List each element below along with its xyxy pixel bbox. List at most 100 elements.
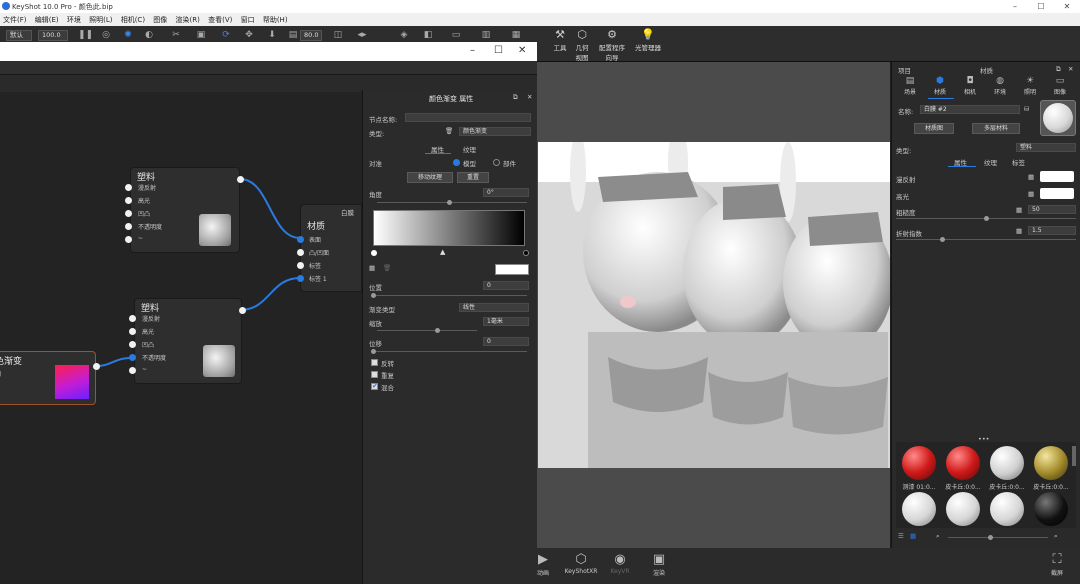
studio-icon[interactable]: ▭ bbox=[450, 29, 462, 41]
plastic-node-1[interactable]: 塑料 漫反射 高光 凹凸 不透明度 ~ bbox=[125, 167, 244, 253]
library-material[interactable] bbox=[1034, 446, 1068, 480]
roughness-texture-icon[interactable]: ▦ bbox=[1016, 206, 1022, 214]
menu-edit[interactable]: 编辑(E) bbox=[32, 13, 62, 27]
node-name-input[interactable] bbox=[405, 113, 531, 122]
globe-icon[interactable]: ✺ bbox=[122, 29, 134, 41]
angle-slider-knob[interactable] bbox=[447, 200, 452, 205]
invert-checkbox[interactable] bbox=[371, 359, 378, 366]
region-icon[interactable]: ▣ bbox=[195, 29, 207, 41]
port-label-slot[interactable] bbox=[297, 262, 304, 269]
refresh-icon[interactable]: ⟳ bbox=[220, 29, 232, 41]
menu-file[interactable]: 文件(F) bbox=[0, 13, 30, 27]
minimize-icon[interactable]: – bbox=[1002, 0, 1028, 13]
ior-input[interactable]: 1.5 bbox=[1028, 226, 1076, 235]
maximize-icon[interactable]: ☐ bbox=[1028, 0, 1054, 13]
tab-lighting[interactable]: ☀ 照明 bbox=[1016, 76, 1044, 96]
radio-model[interactable] bbox=[453, 159, 460, 166]
delete-stop-icon[interactable]: 🗑 bbox=[383, 264, 391, 272]
menu-help[interactable]: 帮助(H) bbox=[260, 13, 291, 27]
library-material[interactable] bbox=[990, 492, 1024, 526]
config-wizard-button[interactable]: ⚙ 配置程序 向导 bbox=[594, 28, 630, 62]
material-graph-button[interactable]: 材质图 bbox=[914, 123, 954, 134]
drop-icon[interactable]: ⬇ bbox=[266, 29, 278, 41]
library-material[interactable] bbox=[902, 492, 936, 526]
props-float-icon[interactable]: ⧉ bbox=[513, 93, 518, 102]
stop-color-swatch[interactable] bbox=[495, 264, 529, 275]
arrows-icon[interactable]: ◂▸ bbox=[356, 29, 368, 41]
scale-slider-knob[interactable] bbox=[435, 328, 440, 333]
output-port[interactable] bbox=[239, 307, 246, 314]
grid-icon[interactable]: ▦ bbox=[510, 29, 522, 41]
multi-material-button[interactable]: 多层材料 bbox=[972, 123, 1020, 134]
position-input[interactable]: 0 bbox=[483, 281, 529, 290]
gradient-stop-black[interactable] bbox=[523, 250, 529, 256]
port-extra[interactable] bbox=[125, 236, 132, 243]
tab-scene[interactable]: ▤ 场景 bbox=[896, 76, 924, 96]
preset-select[interactable]: 默认 bbox=[6, 30, 32, 41]
panel-icon[interactable]: ▥ bbox=[480, 29, 492, 41]
zoom-out-icon[interactable]: ⌕ bbox=[936, 532, 940, 541]
library-material[interactable] bbox=[946, 492, 980, 526]
position-slider[interactable] bbox=[373, 295, 527, 296]
port-extra[interactable] bbox=[129, 367, 136, 374]
angle-slider[interactable] bbox=[377, 202, 527, 203]
port-diffuse[interactable] bbox=[129, 315, 136, 322]
specular-texture-icon[interactable]: ▦ bbox=[1028, 190, 1034, 198]
gradient-stop-white[interactable] bbox=[371, 250, 377, 256]
port-specular[interactable] bbox=[125, 197, 132, 204]
tab-camera[interactable]: ◘ 相机 bbox=[956, 76, 984, 96]
port-bump[interactable] bbox=[125, 210, 132, 217]
props-close-icon[interactable]: ✕ bbox=[527, 93, 532, 101]
output-port[interactable] bbox=[237, 176, 244, 183]
reset-button[interactable]: 重置 bbox=[457, 172, 489, 183]
move-texture-button[interactable]: 移动纹理 bbox=[407, 172, 453, 183]
library-material[interactable] bbox=[902, 446, 936, 480]
ior-texture-icon[interactable]: ▦ bbox=[1016, 227, 1022, 235]
menu-view[interactable]: 查看(V) bbox=[205, 13, 235, 27]
roughness-input[interactable]: 50 bbox=[1028, 205, 1076, 214]
trash-icon[interactable]: 🗑 bbox=[445, 127, 453, 135]
port-opacity[interactable] bbox=[129, 354, 136, 361]
tab-texture[interactable]: 纹理 bbox=[463, 144, 476, 154]
panel-float-icon[interactable]: ⧉ bbox=[1056, 65, 1061, 74]
camera-tool-icon[interactable]: ◫ bbox=[332, 29, 344, 41]
menu-image[interactable]: 图像 bbox=[150, 13, 170, 27]
perspective-icon[interactable]: ▤ bbox=[287, 29, 299, 41]
material-name-input[interactable]: 白膜 #2 bbox=[920, 105, 1020, 114]
screenshot-button[interactable]: ⛶ 截屏 bbox=[1037, 552, 1077, 577]
graph-close-icon[interactable]: ✕ bbox=[518, 45, 526, 56]
color-gradient-node[interactable]: 色渐变 图 bbox=[0, 351, 100, 405]
zoom-in-icon[interactable]: ⌕ bbox=[1054, 532, 1058, 541]
gradient-type-select[interactable]: 线性 bbox=[459, 303, 529, 312]
menu-lighting[interactable]: 照明(L) bbox=[86, 13, 115, 27]
type-select[interactable]: 颜色渐变 bbox=[459, 127, 531, 136]
menu-window[interactable]: 窗口 bbox=[238, 13, 258, 27]
keyshotxr-button[interactable]: ⬡ KeyShotXR bbox=[561, 552, 601, 575]
port-diffuse[interactable] bbox=[125, 184, 132, 191]
ior-slider-knob[interactable] bbox=[940, 237, 945, 242]
animation-button[interactable]: ▶ 动画 bbox=[523, 552, 563, 577]
shift-slider[interactable] bbox=[373, 351, 527, 352]
fov-field[interactable]: 80.0 bbox=[300, 30, 322, 41]
library-material[interactable] bbox=[946, 446, 980, 480]
graph-canvas[interactable]: 塑料 漫反射 高光 凹凸 不透明度 ~ 塑料 漫反射 高光 凹凸 不透明度 ~ … bbox=[0, 92, 362, 584]
scale-input[interactable]: 1毫米 bbox=[483, 317, 529, 326]
cube-icon[interactable]: ◈ bbox=[398, 29, 410, 41]
tab-environment[interactable]: ◍ 环境 bbox=[986, 76, 1014, 96]
thumbnail-size-slider[interactable] bbox=[948, 537, 1048, 538]
tab-material[interactable]: ⬢ 材质 bbox=[926, 76, 954, 96]
close-icon[interactable]: ✕ bbox=[1054, 0, 1080, 13]
contrast-icon[interactable]: ◐ bbox=[143, 29, 155, 41]
keyvr-button[interactable]: ◉ KeyVR bbox=[600, 552, 640, 575]
material-node[interactable]: 白膜 材质 表面 凸/凹面 标签 标签 1 bbox=[297, 204, 362, 292]
subtab-label[interactable]: 标签 bbox=[1012, 157, 1025, 167]
shift-input[interactable]: 0 bbox=[483, 337, 529, 346]
thumbnail-size-knob[interactable] bbox=[988, 535, 993, 540]
panel-close-icon[interactable]: ✕ bbox=[1068, 65, 1073, 73]
repeat-checkbox[interactable] bbox=[371, 371, 378, 378]
port-label-1[interactable] bbox=[297, 275, 304, 282]
diffuse-texture-icon[interactable]: ▦ bbox=[1028, 173, 1034, 181]
port-opacity[interactable] bbox=[125, 223, 132, 230]
color-pick-icon[interactable]: ▦ bbox=[369, 264, 375, 272]
ior-slider[interactable] bbox=[896, 239, 1076, 240]
